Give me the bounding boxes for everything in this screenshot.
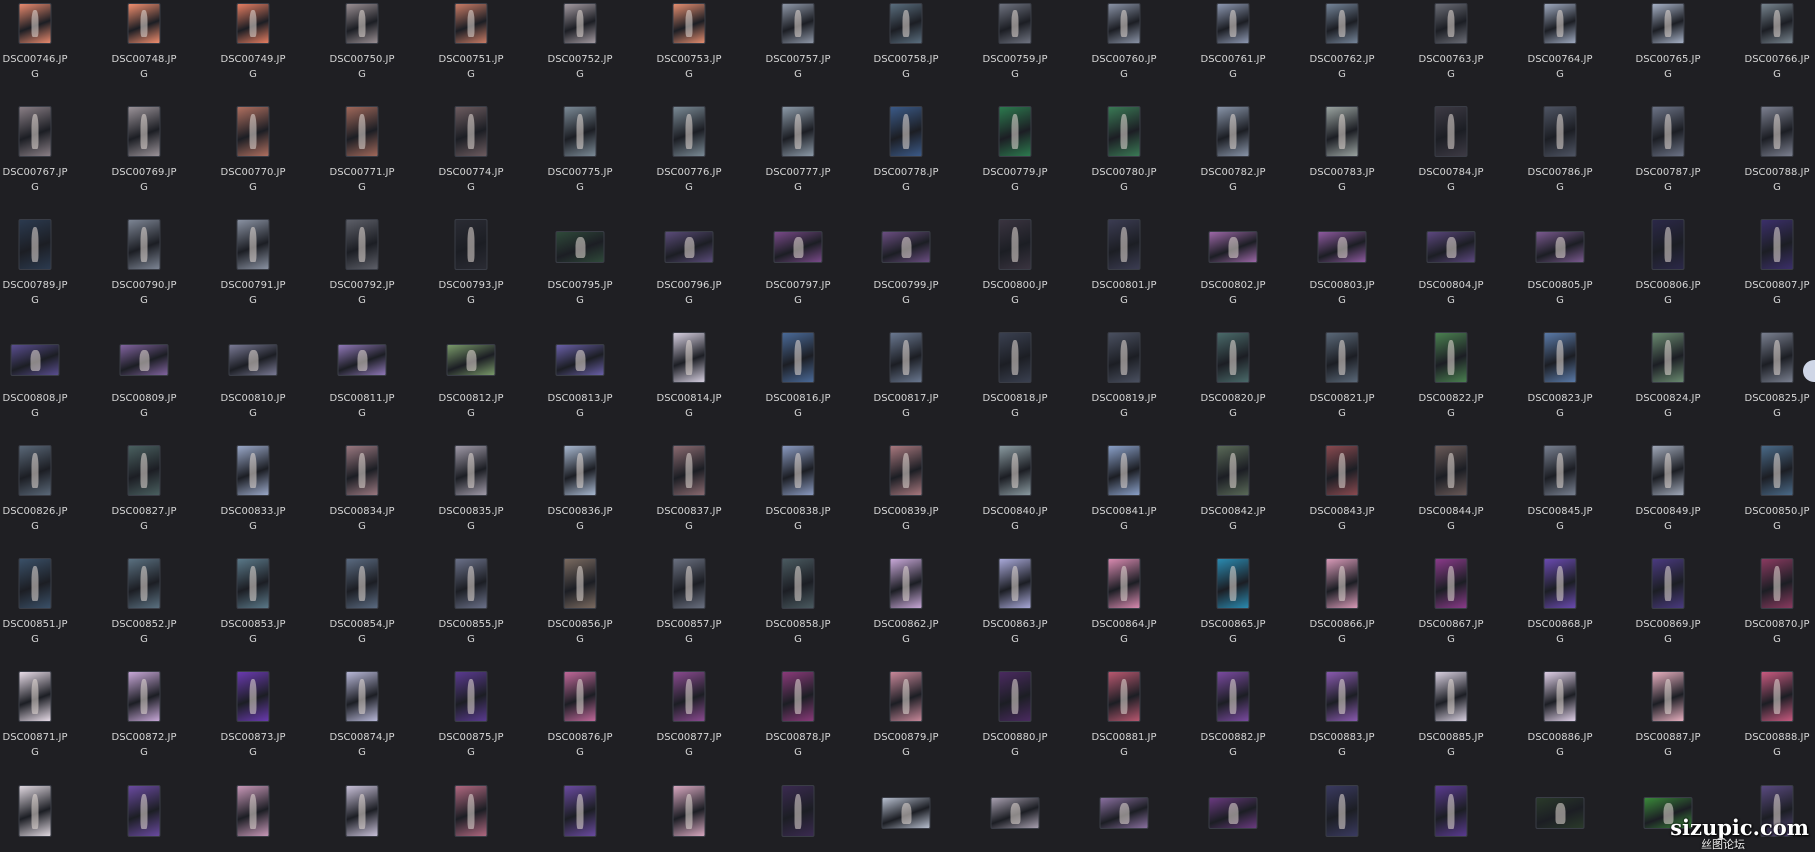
file-thumbnail-grid: DSC00746.JP G DSC00748.JP G DSC00749.JP G DSC0…	[0, 0, 1815, 852]
file-thumbnail[interactable]	[1325, 785, 1359, 837]
thumbnail-image	[140, 793, 148, 829]
thumbnail-image	[358, 793, 366, 829]
thumbnail-image	[576, 793, 584, 829]
thumbnail-image	[1228, 802, 1239, 824]
file-item[interactable]	[1620, 0, 1716, 852]
thumbnail-image	[1447, 793, 1455, 829]
file-thumbnail[interactable]	[563, 785, 597, 837]
file-thumbnail[interactable]	[1099, 797, 1149, 829]
file-item[interactable]	[96, 0, 192, 852]
thumbnail-image	[1338, 793, 1346, 829]
file-item[interactable]	[314, 0, 410, 852]
file-item[interactable]	[1512, 0, 1608, 852]
thumbnail-image	[1119, 802, 1130, 824]
file-item[interactable]	[1403, 0, 1499, 852]
file-thumbnail[interactable]	[454, 785, 488, 837]
file-thumbnail[interactable]	[127, 785, 161, 837]
thumbnail-image	[901, 802, 912, 824]
watermark-sub: 丝图论坛	[1701, 838, 1745, 851]
thumbnail-image	[685, 793, 693, 829]
file-item[interactable]	[1076, 0, 1172, 852]
file-item[interactable]	[750, 0, 846, 852]
thumbnail-image	[467, 793, 475, 829]
file-thumbnail[interactable]	[236, 785, 270, 837]
thumbnail-image	[1555, 802, 1566, 824]
file-thumbnail[interactable]	[1434, 785, 1468, 837]
file-thumbnail[interactable]	[881, 797, 931, 829]
file-thumbnail[interactable]	[18, 785, 52, 837]
file-item[interactable]	[1185, 0, 1281, 852]
file-thumbnail[interactable]	[672, 785, 706, 837]
file-thumbnail[interactable]	[1208, 797, 1258, 829]
file-item[interactable]	[532, 0, 628, 852]
file-item[interactable]	[205, 0, 301, 852]
thumbnail-image	[249, 793, 257, 829]
file-item[interactable]	[1294, 0, 1390, 852]
file-item[interactable]	[641, 0, 737, 852]
file-item[interactable]	[858, 0, 954, 852]
file-thumbnail[interactable]	[990, 797, 1040, 829]
thumbnail-image	[1010, 802, 1021, 824]
file-item[interactable]	[967, 0, 1063, 852]
thumbnail-image	[794, 793, 802, 829]
file-thumbnail[interactable]	[345, 785, 379, 837]
file-item[interactable]	[423, 0, 519, 852]
file-thumbnail[interactable]	[1535, 797, 1585, 829]
thumbnail-image	[31, 793, 39, 829]
file-thumbnail[interactable]	[781, 785, 815, 837]
file-item[interactable]	[0, 0, 83, 852]
file-item[interactable]	[1729, 0, 1815, 852]
